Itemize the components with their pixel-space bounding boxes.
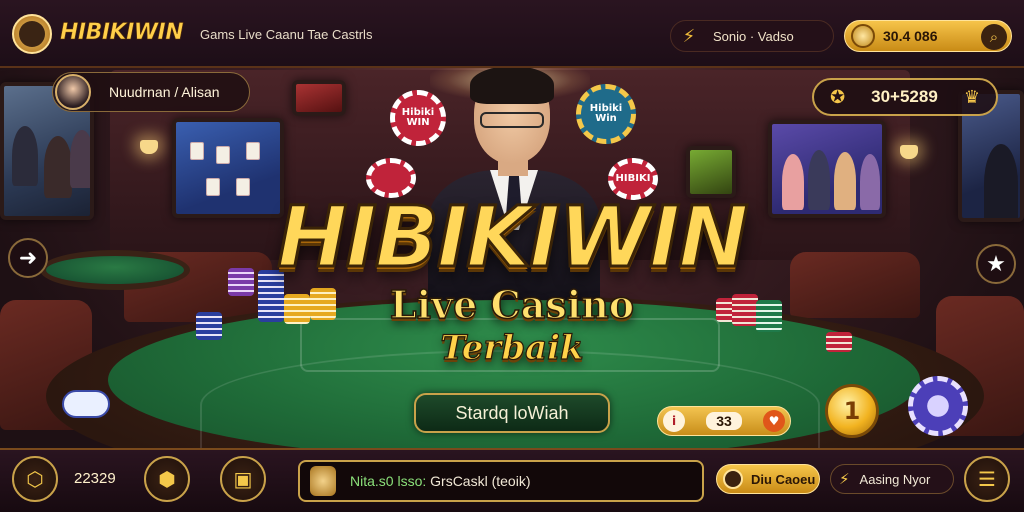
settings-button[interactable]: ⚡ Aasing Nyor xyxy=(830,464,954,494)
back-button[interactable]: ➜ xyxy=(8,238,48,278)
chat-box[interactable]: Nita.s0 lsso: GrsCaskl (teoik) xyxy=(298,460,704,502)
star-icon: ★ xyxy=(986,251,1006,277)
player-seat-avatar[interactable] xyxy=(62,390,110,418)
player-profile[interactable]: Nuudrnan / Alisan xyxy=(52,72,250,112)
crown-icon: ♛ xyxy=(963,86,980,108)
chat-text: GrsCaskl (teoik) xyxy=(430,473,531,489)
balance-pill[interactable]: 30.4 086 ⌕ xyxy=(844,20,1012,52)
gift-icon: ✪ xyxy=(830,86,846,108)
tv-screen-small xyxy=(292,80,346,116)
logo-icon[interactable] xyxy=(12,14,52,54)
deposit-button[interactable]: Diu Caoeu xyxy=(716,464,820,494)
online-count: 22329 xyxy=(74,470,116,487)
chat-message: Nita.s0 lsso: GrsCaskl (teoik) xyxy=(350,473,531,489)
hero-subtitle: Live Casino xyxy=(389,281,635,328)
brand-name: HIBIKIWIN xyxy=(60,20,184,46)
bolt-icon: ⚡ xyxy=(682,25,696,47)
coin-icon xyxy=(723,469,743,489)
chat-prefix: Nita.s0 lsso: xyxy=(350,473,427,489)
wall-lamp xyxy=(140,140,158,154)
favorite-button[interactable]: ★ xyxy=(976,244,1016,284)
search-pill[interactable]: ⚡ Sonio · Vadso xyxy=(670,20,834,52)
hero-title: HIBIKIWIN xyxy=(276,187,750,288)
settings-label: Aasing Nyor xyxy=(859,471,931,487)
chat-chip-button[interactable] xyxy=(908,376,968,436)
coin-button[interactable]: 1 xyxy=(825,384,879,438)
heart-icon[interactable]: ♥ xyxy=(762,410,785,432)
deposit-label: Diu Caoeu xyxy=(751,471,816,487)
bolt-icon: ⚡ xyxy=(839,470,850,488)
emoji-icon[interactable] xyxy=(310,466,336,496)
search-icon[interactable]: ⌕ xyxy=(981,24,1007,50)
jackpot-display: ✪ 30+5289 ♛ xyxy=(812,78,998,116)
jackpot-value: 30+5289 xyxy=(871,87,938,106)
wallet-icon[interactable]: ▣ xyxy=(220,456,266,502)
lobby-icon[interactable]: ⬡ xyxy=(12,456,58,502)
avatar xyxy=(55,74,91,110)
player-name: Nuudrnan / Alisan xyxy=(109,84,220,100)
start-play-button[interactable]: Stardq loWiah xyxy=(414,393,610,433)
bet-control[interactable]: ⅰ 33 ♥ xyxy=(657,406,791,436)
top-bar: HIBIKIWIN Gams Live Caanu Tae Castrls ⚡ … xyxy=(0,0,1024,68)
balance-amount: 30.4 086 xyxy=(883,28,938,44)
wall-lamp xyxy=(900,145,918,159)
menu-icon[interactable]: ☰ xyxy=(964,456,1010,502)
header-tagline: Gams Live Caanu Tae Castrls xyxy=(200,27,373,42)
search-label: Sonio · Vadso xyxy=(713,28,794,44)
history-icon[interactable]: ⬢ xyxy=(144,456,190,502)
arrow-left-icon: ➜ xyxy=(18,245,38,271)
info-icon[interactable]: ⅰ xyxy=(663,410,685,432)
bet-amount: 33 xyxy=(706,412,742,430)
coin-icon xyxy=(851,24,875,48)
hero-subtitle-secondary: Terbaik xyxy=(440,327,584,368)
